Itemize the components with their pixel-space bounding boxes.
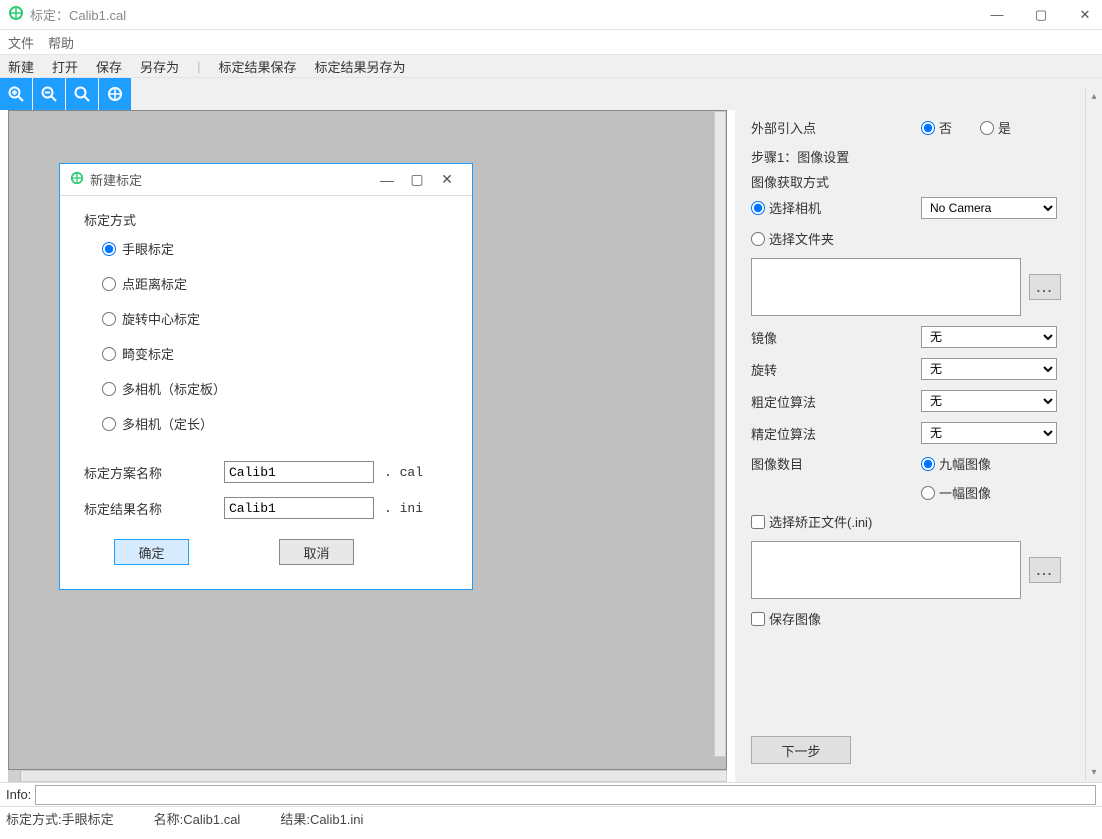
image-count-label: 图像数目 <box>751 454 921 473</box>
radio-ext-yes[interactable]: 是 <box>980 118 1011 137</box>
app-icon <box>8 5 24 24</box>
radio-handeye[interactable]: 手眼标定 <box>102 239 448 258</box>
tb-saveas[interactable]: 另存为 <box>140 57 179 76</box>
checkbox-save-image[interactable]: 保存图像 <box>751 609 821 628</box>
close-button[interactable]: ✕ <box>1076 7 1094 23</box>
scheme-name-input[interactable] <box>224 461 374 483</box>
toolbar: 新建 打开 保存 另存为 | 标定结果保存 标定结果另存为 <box>0 54 1102 78</box>
folder-path-box[interactable] <box>751 258 1021 316</box>
titlebar: 标定：Calib1.cal — ▢ ✕ <box>0 0 1102 30</box>
dialog-maximize[interactable]: ▢ <box>402 171 432 188</box>
zoom-toolbar <box>0 78 1102 110</box>
radio-distortion[interactable]: 畸变标定 <box>102 344 448 363</box>
coarse-algo-label: 粗定位算法 <box>751 392 921 411</box>
correct-file-box[interactable] <box>751 541 1021 599</box>
minimize-button[interactable]: — <box>988 7 1006 23</box>
radio-multicam-board[interactable]: 多相机（标定板） <box>102 379 448 398</box>
fine-algo-select[interactable]: 无 <box>921 422 1057 444</box>
radio-ext-no[interactable]: 否 <box>921 118 952 137</box>
tb-open[interactable]: 打开 <box>52 57 78 76</box>
image-canvas[interactable]: 新建标定 — ▢ ✕ 标定方式 手眼标定 点距离标定 旋转中心标定 畸变标定 多… <box>8 110 727 770</box>
canvas-vscroll[interactable] <box>714 111 726 757</box>
right-panel: 外部引入点 否 是 步骤1：图像设置 图像获取方式 选择相机 No Camera… <box>735 110 1102 782</box>
maximize-button[interactable]: ▢ <box>1032 7 1050 23</box>
ext-ini: . ini <box>384 501 423 516</box>
cancel-button[interactable]: 取消 <box>279 539 354 565</box>
mirror-label: 镜像 <box>751 328 921 347</box>
radio-select-folder[interactable]: 选择文件夹 <box>751 229 834 248</box>
radio-select-camera[interactable]: 选择相机 <box>751 198 821 217</box>
camera-select[interactable]: No Camera <box>921 197 1057 219</box>
scroll-up-icon[interactable]: ▴ <box>1086 88 1102 105</box>
dialog-icon <box>70 171 84 188</box>
tb-new[interactable]: 新建 <box>8 57 34 76</box>
radio-multicam-fixed[interactable]: 多相机（定长） <box>102 414 448 433</box>
zoom-out-icon[interactable] <box>33 78 65 110</box>
browse-folder-button[interactable]: ... <box>1029 274 1061 300</box>
menu-help[interactable]: 帮助 <box>48 33 74 52</box>
acq-method-label: 图像获取方式 <box>751 172 1090 191</box>
scheme-name-label: 标定方案名称 <box>84 463 224 482</box>
ok-button[interactable]: 确定 <box>114 539 189 565</box>
status-mode: 标定方式:手眼标定 <box>6 809 114 828</box>
scroll-down-icon[interactable]: ▾ <box>1086 764 1102 781</box>
new-calibration-dialog: 新建标定 — ▢ ✕ 标定方式 手眼标定 点距离标定 旋转中心标定 畸变标定 多… <box>59 163 473 590</box>
dialog-title: 新建标定 <box>90 170 372 189</box>
zoom-actual-icon[interactable] <box>99 78 131 110</box>
result-name-input[interactable] <box>224 497 374 519</box>
dialog-minimize[interactable]: — <box>372 172 402 188</box>
rotate-label: 旋转 <box>751 360 921 379</box>
mirror-select[interactable]: 无 <box>921 326 1057 348</box>
result-name-label: 标定结果名称 <box>84 499 224 518</box>
dialog-close[interactable]: ✕ <box>432 171 462 188</box>
tb-result-save[interactable]: 标定结果保存 <box>218 57 296 76</box>
status-name: 名称:Calib1.cal <box>154 809 241 828</box>
calib-method-label: 标定方式 <box>84 210 448 229</box>
step1-label: 步骤1：图像设置 <box>751 147 1090 166</box>
canvas-hscroll[interactable] <box>8 770 727 782</box>
separator: | <box>197 59 200 74</box>
radio-rotcenter[interactable]: 旋转中心标定 <box>102 309 448 328</box>
fine-algo-label: 精定位算法 <box>751 424 921 443</box>
zoom-fit-icon[interactable] <box>66 78 98 110</box>
panel-vscroll[interactable]: ▴ ▾ <box>1085 88 1102 781</box>
zoom-in-icon[interactable] <box>0 78 32 110</box>
info-row: Info: <box>0 782 1102 806</box>
radio-distance[interactable]: 点距离标定 <box>102 274 448 293</box>
window-title: 标定：Calib1.cal <box>30 5 988 24</box>
tb-save[interactable]: 保存 <box>96 57 122 76</box>
menu-file[interactable]: 文件 <box>8 33 34 52</box>
radio-nine-images[interactable]: 九幅图像 <box>921 454 991 473</box>
tb-result-saveas[interactable]: 标定结果另存为 <box>314 57 405 76</box>
info-field[interactable] <box>35 785 1096 805</box>
status-result: 结果:Calib1.ini <box>280 809 363 828</box>
ext-cal: . cal <box>384 465 423 480</box>
checkbox-correct-file[interactable]: 选择矫正文件(.ini) <box>751 512 872 531</box>
ext-point-label: 外部引入点 <box>751 118 921 137</box>
info-label: Info: <box>6 787 31 802</box>
menubar: 文件 帮助 <box>0 30 1102 54</box>
browse-correct-button[interactable]: ... <box>1029 557 1061 583</box>
rotate-select[interactable]: 无 <box>921 358 1057 380</box>
status-bar: 标定方式:手眼标定 名称:Calib1.cal 结果:Calib1.ini <box>0 806 1102 830</box>
canvas-area: 新建标定 — ▢ ✕ 标定方式 手眼标定 点距离标定 旋转中心标定 畸变标定 多… <box>0 110 735 782</box>
coarse-algo-select[interactable]: 无 <box>921 390 1057 412</box>
next-button[interactable]: 下一步 <box>751 736 851 764</box>
radio-one-image[interactable]: 一幅图像 <box>921 483 991 502</box>
